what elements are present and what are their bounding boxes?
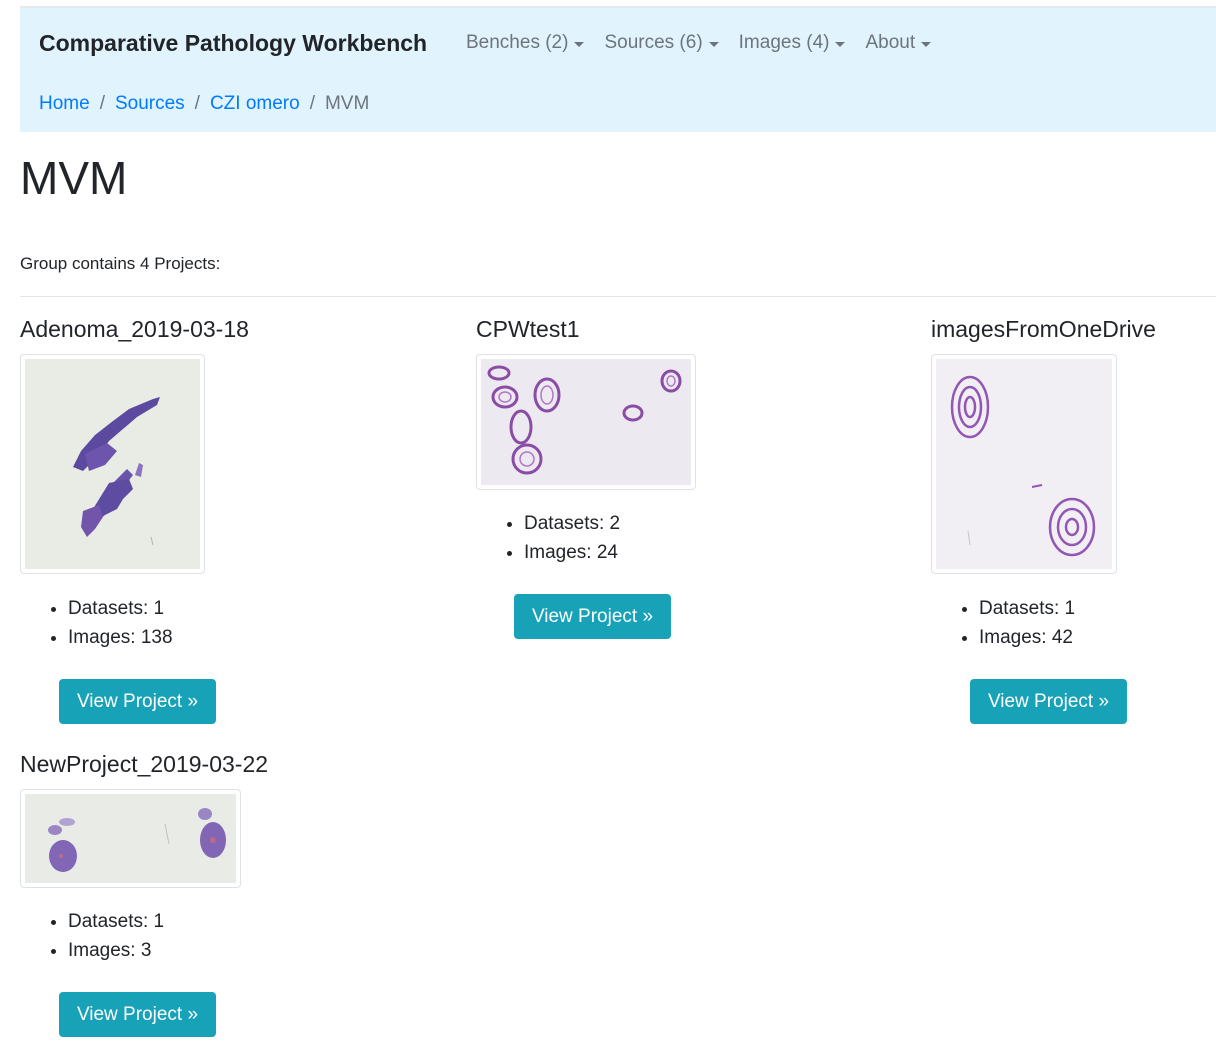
brand-title[interactable]: Comparative Pathology Workbench <box>39 30 427 57</box>
project-card: imagesFromOneDrive <box>931 318 1156 341</box>
project-stats: Datasets: 1 Images: 138 <box>20 594 173 652</box>
divider <box>20 296 1216 297</box>
tissue-slide-image <box>25 794 236 883</box>
datasets-count: Datasets: 1 <box>979 594 1075 623</box>
breadcrumb-czi-omero-link[interactable]: CZI omero <box>210 93 300 115</box>
project-name: CPWtest1 <box>476 316 580 342</box>
images-count: Images: 24 <box>524 538 620 567</box>
navbar: Comparative Pathology Workbench Benches … <box>20 8 1216 132</box>
breadcrumb-separator: / <box>194 93 200 114</box>
view-project-button[interactable]: View Project » <box>514 594 671 639</box>
view-project-button[interactable]: View Project » <box>970 679 1127 724</box>
project-thumbnail[interactable] <box>20 789 241 888</box>
nav-benches-label: Benches (2) <box>466 32 569 53</box>
images-count: Images: 3 <box>68 936 164 965</box>
project-thumbnail[interactable] <box>931 354 1117 574</box>
nav-images-label: Images (4) <box>738 32 830 53</box>
tissue-slide-image <box>25 359 200 569</box>
breadcrumb-home-link[interactable]: Home <box>39 93 90 115</box>
project-stats: Datasets: 1 Images: 42 <box>931 594 1075 652</box>
project-thumbnail[interactable] <box>476 354 696 490</box>
view-project-button[interactable]: View Project » <box>59 992 216 1037</box>
project-stats: Datasets: 2 Images: 24 <box>476 509 620 567</box>
project-card: NewProject_2019-03-22 <box>20 753 268 776</box>
datasets-count: Datasets: 1 <box>68 907 164 936</box>
breadcrumb-current: MVM <box>324 93 370 114</box>
view-project-button[interactable]: View Project » <box>59 679 216 724</box>
images-count: Images: 138 <box>68 623 173 652</box>
project-card: CPWtest1 <box>476 318 580 341</box>
breadcrumb-separator: / <box>99 93 105 114</box>
images-count: Images: 42 <box>979 623 1075 652</box>
breadcrumb: Home / Sources / CZI omero / MVM <box>39 93 369 115</box>
nav-images-dropdown[interactable]: Images (4) <box>739 32 846 54</box>
nav-sources-dropdown[interactable]: Sources (6) <box>604 32 719 54</box>
datasets-count: Datasets: 2 <box>524 509 620 538</box>
nav-sources-label: Sources (6) <box>604 32 703 53</box>
breadcrumb-separator: / <box>309 93 315 114</box>
nav-menu: Benches (2) Sources (6) Images (4) About <box>466 32 951 54</box>
project-name: Adenoma_2019-03-18 <box>20 316 249 342</box>
nav-benches-dropdown[interactable]: Benches (2) <box>466 32 585 54</box>
page-title: MVM <box>20 152 128 204</box>
breadcrumb-sources-link[interactable]: Sources <box>115 93 185 115</box>
tissue-slide-image <box>481 359 691 485</box>
project-stats: Datasets: 1 Images: 3 <box>20 907 164 965</box>
caret-down-icon <box>835 41 846 47</box>
datasets-count: Datasets: 1 <box>68 594 173 623</box>
nav-about-label: About <box>865 32 916 53</box>
project-card: Adenoma_2019-03-18 <box>20 318 249 341</box>
caret-down-icon <box>574 41 585 47</box>
caret-down-icon <box>708 41 719 47</box>
group-summary: Group contains 4 Projects: <box>20 254 221 273</box>
caret-down-icon <box>921 41 932 47</box>
project-thumbnail[interactable] <box>20 354 205 574</box>
project-name: NewProject_2019-03-22 <box>20 751 269 777</box>
tissue-slide-image <box>936 359 1112 569</box>
project-name: imagesFromOneDrive <box>931 316 1156 342</box>
nav-about-dropdown[interactable]: About <box>865 32 932 54</box>
